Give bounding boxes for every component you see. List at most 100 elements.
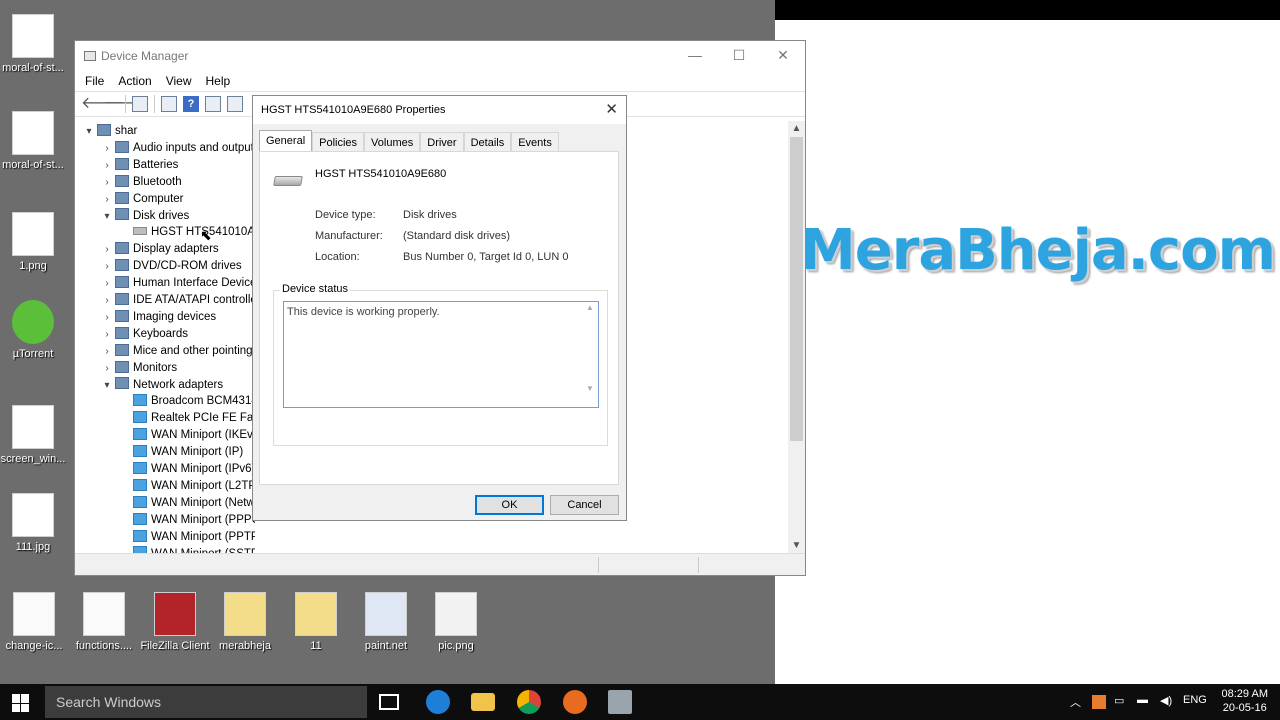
- tree-node[interactable]: ▾ Disk drives: [101, 208, 189, 225]
- tab-volumes[interactable]: Volumes: [364, 132, 421, 152]
- tree-node[interactable]: Realtek PCIe FE Family: [119, 410, 255, 427]
- collapse-chevron-icon[interactable]: ▾: [101, 377, 113, 394]
- expand-chevron-icon[interactable]: ›: [101, 326, 113, 343]
- tree-node[interactable]: WAN Miniport (SSTP): [119, 546, 255, 553]
- cancel-button[interactable]: Cancel: [550, 495, 619, 515]
- desktop-icon[interactable]: functions....: [69, 592, 139, 653]
- scroll-down-icon[interactable]: ▼: [788, 540, 805, 551]
- tab-policies[interactable]: Policies: [312, 132, 365, 152]
- search-box[interactable]: Search Windows: [45, 686, 367, 718]
- tree-node[interactable]: › Imaging devices: [101, 309, 216, 326]
- device-manager-titlebar[interactable]: Device Manager — ☐ ✕: [75, 41, 805, 71]
- collapse-chevron-icon[interactable]: ▾: [101, 208, 113, 225]
- battery-icon[interactable]: ▬: [1137, 694, 1148, 706]
- desktop-icon[interactable]: 111.jpg: [0, 493, 68, 554]
- collapse-chevron-icon[interactable]: ▾: [83, 123, 95, 140]
- network-icon[interactable]: ▭: [1114, 694, 1124, 707]
- desktop-icon[interactable]: pic.png: [421, 592, 491, 653]
- language-indicator[interactable]: ENG: [1183, 694, 1207, 706]
- view-icon[interactable]: [205, 96, 221, 112]
- expand-chevron-icon[interactable]: ›: [101, 343, 113, 360]
- task-view-icon[interactable]: [379, 694, 399, 710]
- chrome-icon[interactable]: [517, 690, 541, 714]
- tree-node[interactable]: › Monitors: [101, 360, 177, 377]
- expand-chevron-icon[interactable]: ›: [101, 140, 113, 157]
- volume-icon[interactable]: ◀): [1160, 694, 1172, 707]
- properties-icon[interactable]: [161, 96, 177, 112]
- clock[interactable]: 08:29 AM 20-05-16: [1222, 687, 1268, 715]
- expand-chevron-icon[interactable]: ›: [101, 360, 113, 377]
- expand-chevron-icon[interactable]: ›: [101, 241, 113, 258]
- tree-node[interactable]: WAN Miniport (L2TP): [119, 478, 255, 495]
- menu-action[interactable]: Action: [112, 71, 157, 91]
- tree-node[interactable]: › IDE ATA/ATAPI controllers: [101, 292, 255, 309]
- expand-chevron-icon[interactable]: ›: [101, 191, 113, 208]
- maximize-button[interactable]: ☐: [717, 41, 761, 71]
- scroll-up-icon[interactable]: ▲: [788, 123, 805, 134]
- desktop-icon[interactable]: paint.net: [351, 592, 421, 653]
- menu-view[interactable]: View: [160, 71, 198, 91]
- show-hide-tree-icon[interactable]: [132, 96, 148, 112]
- help-icon[interactable]: ?: [183, 96, 199, 112]
- expand-chevron-icon[interactable]: ›: [101, 157, 113, 174]
- tree-node[interactable]: › Batteries: [101, 157, 178, 174]
- edge-icon[interactable]: [426, 690, 450, 714]
- tree-node[interactable]: › DVD/CD-ROM drives: [101, 258, 242, 275]
- desktop-icon[interactable]: merabheja: [210, 592, 280, 653]
- tab-general[interactable]: General: [259, 130, 313, 152]
- textbox-scrollbar[interactable]: ▲ ▼: [583, 303, 597, 406]
- tree-node[interactable]: › Mice and other pointing devices: [101, 343, 255, 360]
- monitor-icon[interactable]: [227, 96, 243, 112]
- tree-node[interactable]: HGST HTS541010A9: [119, 224, 255, 241]
- tab-details[interactable]: Details: [463, 132, 512, 152]
- device-manager-taskbar-icon[interactable]: [608, 690, 632, 714]
- desktop-icon[interactable]: screen_win...: [0, 405, 68, 466]
- tray-app-icon[interactable]: [1092, 695, 1106, 709]
- show-hidden-icons-icon[interactable]: ︿: [1070, 694, 1081, 710]
- expand-chevron-icon[interactable]: ›: [101, 174, 113, 191]
- expand-chevron-icon[interactable]: ›: [101, 309, 113, 326]
- forward-arrow-icon[interactable]: 🡒: [103, 96, 146, 112]
- desktop-icon[interactable]: µTorrent: [0, 300, 68, 361]
- tree-node[interactable]: WAN Miniport (PPPOE): [119, 512, 255, 529]
- desktop-icon[interactable]: moral-of-st...: [0, 111, 68, 172]
- minimize-button[interactable]: —: [673, 41, 717, 71]
- tab-driver[interactable]: Driver: [420, 132, 464, 152]
- tree-node[interactable]: ▾ shar: [83, 123, 137, 140]
- close-icon[interactable]: ✕: [605, 96, 618, 124]
- firefox-icon[interactable]: [563, 690, 587, 714]
- tree-node[interactable]: › Keyboards: [101, 326, 188, 343]
- tree-node[interactable]: Broadcom BCM4314: [119, 393, 255, 410]
- tree-node[interactable]: › Computer: [101, 191, 184, 208]
- tree-node[interactable]: › Audio inputs and outputs: [101, 140, 255, 157]
- tree-node[interactable]: ▾ Network adapters: [101, 377, 223, 394]
- properties-titlebar[interactable]: HGST HTS541010A9E680 Properties ✕: [253, 96, 626, 124]
- tree-node[interactable]: WAN Miniport (IPv6): [119, 461, 255, 478]
- desktop-icon[interactable]: FileZilla Client: [140, 592, 210, 653]
- tree-node[interactable]: WAN Miniport (IP): [119, 444, 243, 461]
- vertical-scrollbar[interactable]: ▲ ▼: [788, 121, 805, 553]
- menu-file[interactable]: File: [79, 71, 110, 91]
- expand-chevron-icon[interactable]: ›: [101, 275, 113, 292]
- expand-chevron-icon[interactable]: ›: [101, 258, 113, 275]
- ok-button[interactable]: OK: [475, 495, 544, 515]
- desktop-icon[interactable]: change-ic...: [0, 592, 69, 653]
- tree-node[interactable]: › Bluetooth: [101, 174, 182, 191]
- expand-chevron-icon[interactable]: ›: [101, 292, 113, 309]
- desktop-icon[interactable]: moral-of-st...: [0, 14, 68, 75]
- file-explorer-icon[interactable]: [471, 693, 495, 711]
- scroll-thumb[interactable]: [790, 137, 803, 441]
- close-button[interactable]: ✕: [761, 41, 805, 71]
- desktop-icon[interactable]: 11: [281, 592, 351, 653]
- menu-help[interactable]: Help: [200, 71, 237, 91]
- tab-events[interactable]: Events: [511, 132, 559, 152]
- tree-node[interactable]: WAN Miniport (PPTP): [119, 529, 255, 546]
- device-status-textbox[interactable]: This device is working properly. ▲ ▼: [283, 301, 599, 408]
- desktop-icon-label: moral-of-st...: [2, 159, 64, 171]
- tree-node[interactable]: WAN Miniport (Network Monitor): [119, 495, 255, 512]
- back-arrow-icon[interactable]: 🡐: [81, 96, 124, 112]
- tree-node[interactable]: › Human Interface Devices: [101, 275, 255, 292]
- desktop-icon[interactable]: 1.png: [0, 212, 68, 273]
- tree-node[interactable]: WAN Miniport (IKEv2): [119, 427, 255, 444]
- windows-start-icon[interactable]: [12, 694, 30, 712]
